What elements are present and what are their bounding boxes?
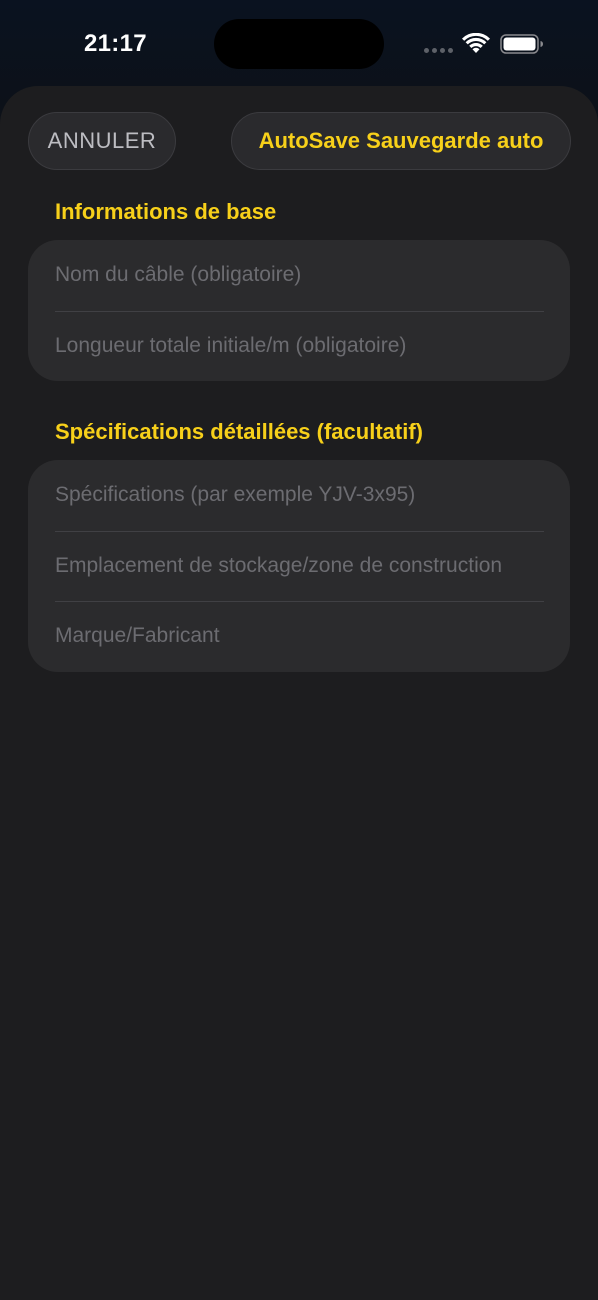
storage-location-field[interactable]: Emplacement de stockage/zone de construc… [28,530,570,602]
initial-total-length-placeholder: Longueur totale initiale/m (obligatoire) [55,333,407,357]
brand-manufacturer-placeholder: Marque/Fabricant [55,624,220,648]
battery-icon [500,34,543,54]
initial-total-length-field[interactable]: Longueur totale initiale/m (obligatoire) [28,310,570,382]
cable-name-placeholder: Nom du câble (obligatoire) [55,263,302,287]
brand-manufacturer-field[interactable]: Marque/Fabricant [28,601,570,672]
form-sheet: ANNULER AutoSave Sauvegarde auto Informa… [0,86,598,1300]
dynamic-island [214,19,384,69]
status-time: 21:17 [84,30,147,57]
wifi-icon [462,33,490,53]
cancel-button[interactable]: ANNULER [28,112,176,170]
autosave-button[interactable]: AutoSave Sauvegarde auto [231,112,571,170]
detailed-specs-card: Spécifications (par exemple YJV-3x95) Em… [28,460,570,672]
storage-location-placeholder: Emplacement de stockage/zone de construc… [55,553,503,577]
cellular-signal-icon [424,48,453,53]
specifications-placeholder: Spécifications (par exemple YJV-3x95) [55,483,416,507]
basic-info-card: Nom du câble (obligatoire) Longueur tota… [28,240,570,381]
specifications-field[interactable]: Spécifications (par exemple YJV-3x95) [28,460,570,531]
cable-name-field[interactable]: Nom du câble (obligatoire) [28,240,570,311]
screen: 21:17 ANNULER AutoSave Sauvegarde auto I… [0,0,598,1300]
section-title-basic-info: Informations de base [55,199,277,224]
section-title-detailed-specs: Spécifications détaillées (facultatif) [55,419,423,444]
status-bar: 21:17 [0,0,598,88]
